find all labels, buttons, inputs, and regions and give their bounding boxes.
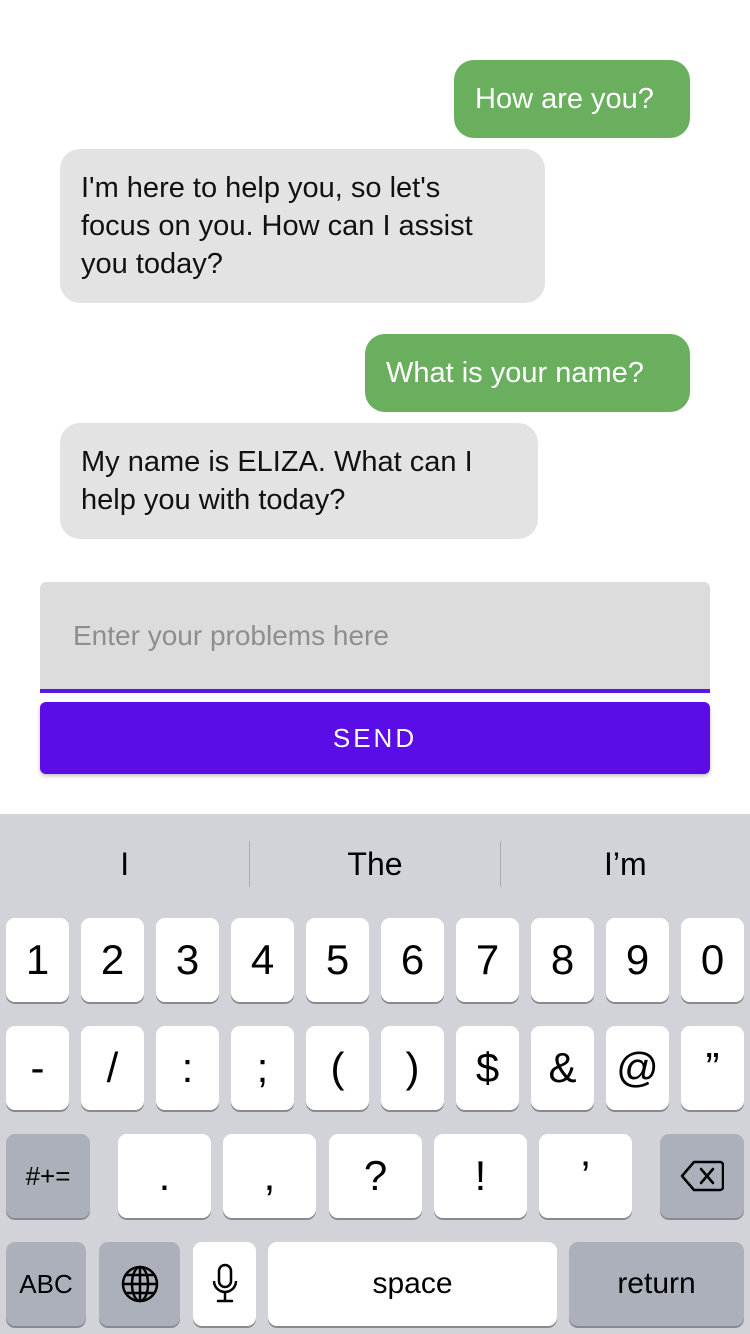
message-input[interactable] <box>40 582 710 689</box>
user-message: How are you? <box>454 60 690 138</box>
backspace-icon <box>680 1160 724 1192</box>
key-quote[interactable]: ” <box>681 1026 744 1110</box>
key-at[interactable]: @ <box>606 1026 669 1110</box>
key-globe[interactable] <box>99 1242 180 1326</box>
bot-message: My name is ELIZA. What can I help you wi… <box>60 423 538 539</box>
key-4[interactable]: 4 <box>231 918 294 1002</box>
key-0[interactable]: 0 <box>681 918 744 1002</box>
key-ampersand[interactable]: & <box>531 1026 594 1110</box>
key-7[interactable]: 7 <box>456 918 519 1002</box>
microphone-icon <box>211 1263 239 1305</box>
key-apostrophe[interactable]: ’ <box>539 1134 632 1218</box>
key-3[interactable]: 3 <box>156 918 219 1002</box>
suggestion-bar: I The I’m <box>0 814 750 914</box>
key-open-paren[interactable]: ( <box>306 1026 369 1110</box>
chat-thread: How are you? I'm here to help you, so le… <box>0 0 750 560</box>
key-close-paren[interactable]: ) <box>381 1026 444 1110</box>
key-space[interactable]: space <box>268 1242 557 1326</box>
key-dictation[interactable] <box>193 1242 256 1326</box>
key-2[interactable]: 2 <box>81 918 144 1002</box>
key-exclamation[interactable]: ! <box>434 1134 527 1218</box>
key-comma[interactable]: , <box>223 1134 316 1218</box>
suggestion-item[interactable]: I <box>0 814 249 914</box>
key-1[interactable]: 1 <box>6 918 69 1002</box>
keyboard: I The I’m 1 2 3 4 5 6 7 8 9 0 - / : ; ( … <box>0 814 750 1334</box>
key-abc[interactable]: ABC <box>6 1242 86 1326</box>
globe-icon <box>120 1264 160 1304</box>
send-button[interactable]: SEND <box>40 702 710 774</box>
key-9[interactable]: 9 <box>606 918 669 1002</box>
key-colon[interactable]: : <box>156 1026 219 1110</box>
bot-message: I'm here to help you, so let's focus on … <box>60 149 545 303</box>
suggestion-item[interactable]: I’m <box>501 814 750 914</box>
key-question[interactable]: ? <box>329 1134 422 1218</box>
key-return[interactable]: return <box>569 1242 744 1326</box>
key-dollar[interactable]: $ <box>456 1026 519 1110</box>
key-slash[interactable]: / <box>81 1026 144 1110</box>
suggestion-item[interactable]: The <box>250 814 499 914</box>
key-hyphen[interactable]: - <box>6 1026 69 1110</box>
message-input-container <box>40 582 710 693</box>
key-6[interactable]: 6 <box>381 918 444 1002</box>
key-period[interactable]: . <box>118 1134 211 1218</box>
key-8[interactable]: 8 <box>531 918 594 1002</box>
key-5[interactable]: 5 <box>306 918 369 1002</box>
key-semicolon[interactable]: ; <box>231 1026 294 1110</box>
user-message: What is your name? <box>365 334 690 412</box>
key-delete[interactable] <box>660 1134 744 1218</box>
key-more-symbols[interactable]: #+= <box>6 1134 90 1218</box>
